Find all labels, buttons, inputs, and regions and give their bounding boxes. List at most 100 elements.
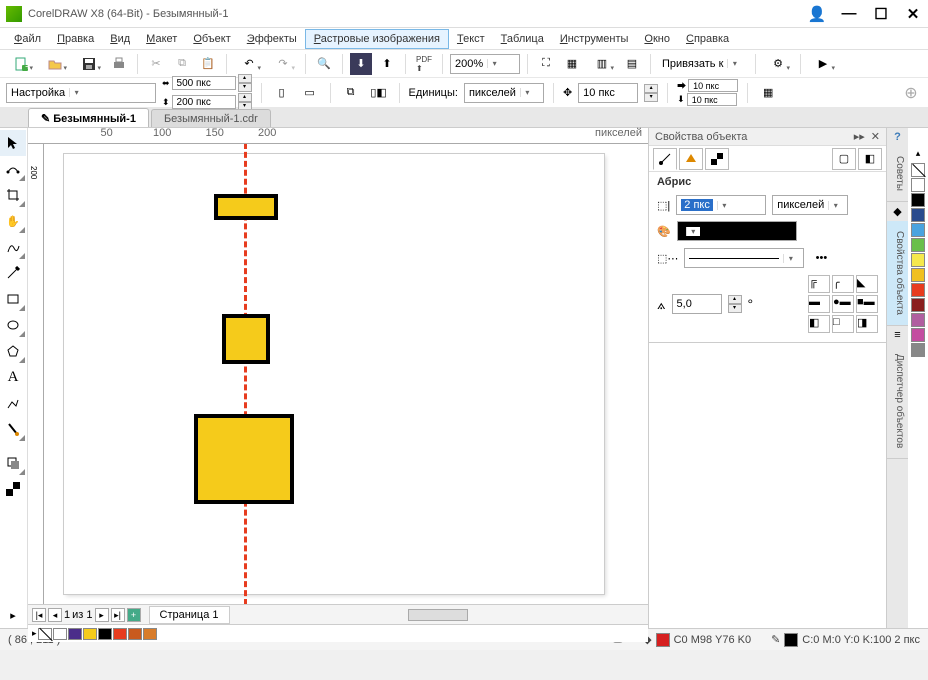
color-swatch[interactable] (911, 193, 925, 207)
menu-вид[interactable]: Вид (102, 30, 138, 48)
panel-opt2[interactable]: ◧ (858, 148, 882, 170)
vertical-ruler[interactable]: 200 (28, 144, 44, 604)
doc-tab[interactable]: Безымянный-1.cdr (151, 109, 271, 127)
landscape-button[interactable]: ▭ (299, 82, 321, 104)
outline-color-combo[interactable]: ▾ (677, 221, 797, 241)
doc-color-swatch[interactable] (98, 628, 112, 640)
menu-инструменты[interactable]: Инструменты (552, 30, 637, 48)
corner-bevel[interactable]: ◣ (856, 275, 878, 293)
preview-button[interactable]: ▦ (561, 53, 583, 75)
no-fill-swatch[interactable] (911, 163, 925, 177)
transparency-tool[interactable] (0, 476, 26, 502)
palette-arrow-left[interactable]: ▸ (32, 628, 37, 639)
menu-макет[interactable]: Макет (138, 30, 185, 48)
cut-button[interactable]: ✂ (145, 53, 167, 75)
text-tool[interactable]: A (0, 364, 26, 390)
fill-tab[interactable] (679, 148, 703, 170)
drawing-canvas[interactable] (44, 144, 648, 604)
transparency-tab[interactable] (705, 148, 729, 170)
add-button[interactable]: ⊕ (900, 82, 922, 104)
options-button[interactable]: ⚙ (763, 53, 793, 75)
doc-color-swatch[interactable] (143, 628, 157, 640)
nudge-down[interactable]: ▾ (644, 93, 658, 102)
panel-opt1[interactable]: ▢ (832, 148, 856, 170)
treat-button[interactable]: ▦ (757, 82, 779, 104)
fill-swatch[interactable] (656, 633, 670, 647)
side-tab-manager[interactable]: Диспетчер объектов (887, 344, 908, 459)
no-color-swatch[interactable] (38, 628, 52, 640)
page-height-input[interactable] (177, 97, 221, 108)
outline-units-combo[interactable]: пикселей▾ (772, 195, 848, 215)
fullscreen-button[interactable]: ⛶ (535, 53, 557, 75)
units-combo[interactable]: пикселей▾ (464, 83, 544, 103)
import-button[interactable]: ⬇ (350, 53, 372, 75)
table-tool[interactable] (0, 390, 26, 416)
search-button[interactable]: 🔍 (313, 53, 335, 75)
outline-swatch[interactable] (784, 633, 798, 647)
menu-текст[interactable]: Текст (449, 30, 493, 48)
pos-center[interactable]: □ (832, 315, 854, 333)
last-page-button[interactable]: ▸| (111, 608, 125, 622)
width-up[interactable]: ▴ (238, 74, 252, 83)
menu-таблица[interactable]: Таблица (493, 30, 552, 48)
artistic-tool[interactable] (0, 260, 26, 286)
shape-tool[interactable] (0, 156, 26, 182)
paste-button[interactable]: 📋 (197, 53, 219, 75)
add-page-button[interactable]: + (127, 608, 141, 622)
redo-button[interactable]: ↷ (268, 53, 298, 75)
doc-color-swatch[interactable] (68, 628, 82, 640)
miter-input[interactable]: 5,0 (672, 294, 722, 314)
side-pin-icon[interactable]: ◆ (887, 202, 908, 221)
next-page-button[interactable]: ▸ (95, 608, 109, 622)
doc-color-swatch[interactable] (113, 628, 127, 640)
ruler-button[interactable]: ▤ (621, 53, 643, 75)
doc-color-swatch[interactable] (53, 628, 67, 640)
color-swatch[interactable] (911, 223, 925, 237)
ellipse-tool[interactable] (0, 312, 26, 338)
pdf-button[interactable]: PDF⬆ (413, 53, 435, 75)
h-scrollbar[interactable] (408, 609, 468, 621)
palette-up-arrow[interactable]: ▴ (908, 148, 928, 159)
new-button[interactable]: + (6, 53, 36, 75)
cap-square[interactable]: ■▬ (856, 295, 878, 313)
color-swatch[interactable] (911, 208, 925, 222)
crop-tool[interactable] (0, 182, 26, 208)
page-preset-combo[interactable]: Настройка▾ (6, 83, 156, 103)
export-button[interactable]: ⬆ (376, 53, 398, 75)
page-tab[interactable]: Страница 1 (149, 606, 230, 624)
freehand-tool[interactable] (0, 234, 26, 260)
undo-button[interactable]: ↶ (234, 53, 264, 75)
menu-правка[interactable]: Правка (49, 30, 102, 48)
copy-button[interactable]: ⧉ (171, 53, 193, 75)
color-swatch[interactable] (911, 268, 925, 282)
panel-collapse-icon[interactable]: ▸▸ (854, 131, 865, 143)
dropshadow-tool[interactable] (0, 450, 26, 476)
outline-settings-button[interactable]: ••• (810, 247, 832, 269)
doc-color-swatch[interactable] (83, 628, 97, 640)
rectangle-tool[interactable] (0, 286, 26, 312)
side-layers-icon[interactable]: ≡ (887, 326, 908, 344)
panel-close-icon[interactable]: ✕ (871, 131, 880, 143)
minimize-button[interactable]: — (840, 5, 858, 23)
corner-round[interactable]: ╭ (832, 275, 854, 293)
cap-round[interactable]: ●▬ (832, 295, 854, 313)
outline-style-combo[interactable]: ▾ (684, 248, 804, 268)
close-button[interactable]: ✕ (904, 5, 922, 23)
view-button[interactable]: ▥ (587, 53, 617, 75)
page-width-input[interactable] (177, 78, 221, 89)
polygon-tool[interactable] (0, 338, 26, 364)
prev-page-button[interactable]: ◂ (48, 608, 62, 622)
user-icon[interactable]: 👤 (808, 5, 826, 23)
outline-tab[interactable] (653, 148, 677, 170)
nudge-up[interactable]: ▴ (644, 84, 658, 93)
maximize-button[interactable]: ☐ (872, 5, 890, 23)
color-swatch[interactable] (911, 328, 925, 342)
menu-справка[interactable]: Справка (678, 30, 737, 48)
portrait-button[interactable]: ▯ (271, 82, 293, 104)
rectangle-shape[interactable] (214, 194, 278, 220)
help-icon[interactable]: ? (887, 128, 908, 146)
snap-combo[interactable]: Привязать к▾ (658, 54, 748, 74)
first-page-button[interactable]: |◂ (32, 608, 46, 622)
side-tab-properties[interactable]: Свойства объекта (887, 221, 908, 326)
miter-down[interactable]: ▾ (728, 304, 742, 313)
